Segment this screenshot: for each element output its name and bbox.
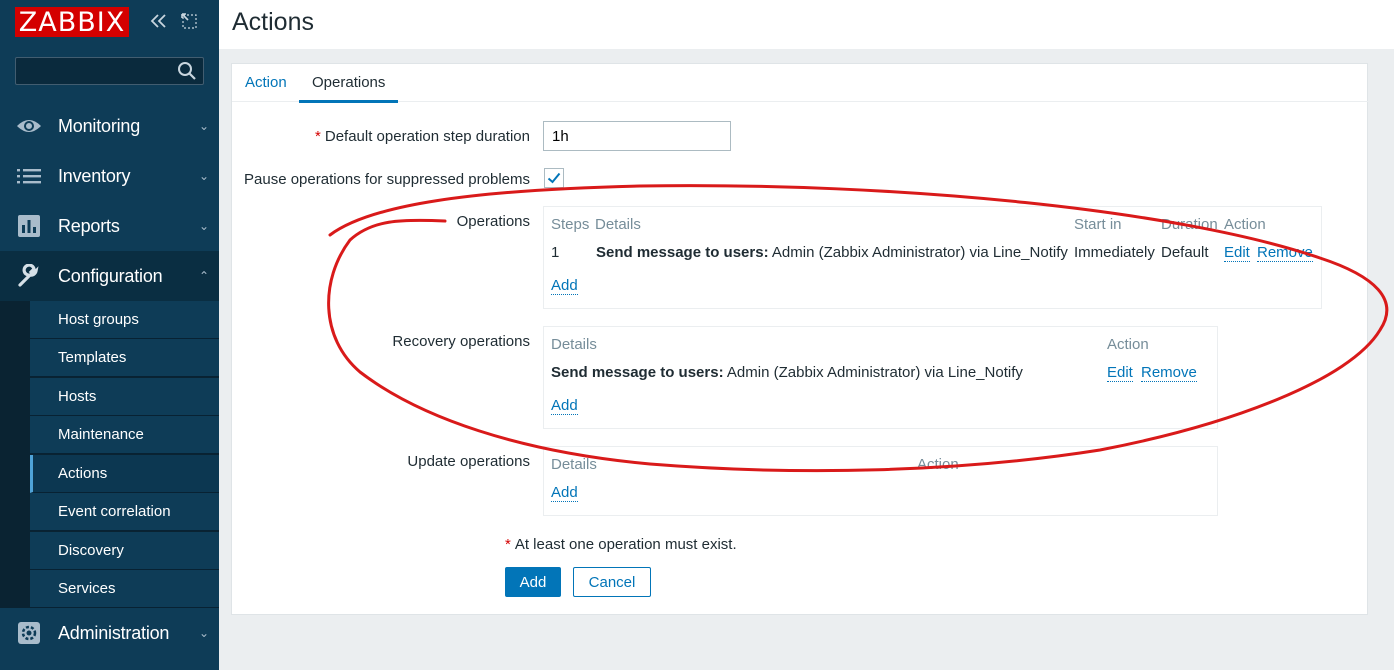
tab-bar: Action Operations <box>232 64 1369 103</box>
recovery-operations-label: Recovery operations <box>392 333 530 350</box>
pause-suppressed-checkbox[interactable] <box>544 168 564 188</box>
menu-monitoring[interactable]: Monitoring ⌄ <box>0 101 219 151</box>
kiosk-mode-icon[interactable] <box>180 12 198 35</box>
operation-step: 1 <box>551 244 560 261</box>
operation-edit-link[interactable]: Edit <box>1224 244 1250 262</box>
eye-icon <box>0 117 58 135</box>
required-note: * At least one operation must exist. <box>505 536 737 553</box>
menu-reports[interactable]: Reports ⌄ <box>0 201 219 251</box>
submenu-host-groups[interactable]: Host groups <box>30 301 219 339</box>
submenu-event-correlation[interactable]: Event correlation <box>30 493 219 531</box>
configuration-submenu: Host groups Templates Hosts Maintenance … <box>0 301 219 608</box>
operation-remove-link[interactable]: Remove <box>1257 244 1313 262</box>
operation-duration: Default <box>1161 244 1209 261</box>
chevron-down-icon: ⌄ <box>198 626 210 640</box>
update-operations-table: Details Action Add <box>543 446 1218 516</box>
chevron-down-icon: ⌄ <box>198 169 210 183</box>
chevron-down-icon: ⌄ <box>198 219 210 233</box>
chevron-up-icon: ⌃ <box>198 269 210 283</box>
menu-label: Reports <box>58 215 120 236</box>
column-header-duration: Duration <box>1161 216 1218 233</box>
column-header-action: Action <box>1224 216 1266 233</box>
submenu-hosts[interactable]: Hosts <box>30 378 219 416</box>
required-note-text: At least one operation must exist. <box>514 536 737 553</box>
checkmark-icon <box>547 172 561 184</box>
column-header-steps: Steps <box>551 216 590 233</box>
menu-inventory[interactable]: Inventory ⌄ <box>0 151 219 201</box>
column-header-details: Details <box>595 216 641 233</box>
chevron-down-icon: ⌄ <box>198 119 210 133</box>
step-duration-input[interactable] <box>543 121 731 151</box>
submenu-actions[interactable]: Actions <box>30 455 219 493</box>
bar-chart-icon <box>0 215 58 237</box>
submenu-services[interactable]: Services <box>30 570 219 608</box>
recovery-details-type: Send message to users: <box>551 364 724 381</box>
sidebar-search[interactable] <box>15 57 204 85</box>
operation-details-type: Send message to users: <box>596 244 769 261</box>
update-add-link[interactable]: Add <box>551 484 578 502</box>
action-form: Action Operations * Default operation ste… <box>231 63 1369 615</box>
column-header-start-in: Start in <box>1074 216 1122 233</box>
column-header-details: Details <box>551 456 597 473</box>
gear-icon <box>0 622 58 644</box>
step-duration-label: * Default operation step duration <box>315 128 530 145</box>
recovery-edit-link[interactable]: Edit <box>1107 364 1133 382</box>
zabbix-logo[interactable]: ZABBIX <box>15 7 129 38</box>
recovery-details-text: Admin (Zabbix Administrator) via Line_No… <box>723 364 1023 381</box>
recovery-details: Send message to users: Admin (Zabbix Adm… <box>551 364 1023 381</box>
recovery-operations-table: Details Action Send message to users: Ad… <box>543 326 1218 429</box>
step-duration-label-text: Default operation step duration <box>324 128 530 145</box>
menu-label: Administration <box>58 622 170 643</box>
operation-details: Send message to users: Admin (Zabbix Adm… <box>596 244 1068 261</box>
menu-label: Inventory <box>58 165 131 186</box>
update-operations-label: Update operations <box>407 453 530 470</box>
collapse-sidebar-icon[interactable] <box>149 12 169 35</box>
operation-details-text: Admin (Zabbix Administrator) via Line_No… <box>768 244 1068 261</box>
menu-administration[interactable]: Administration ⌄ <box>0 608 219 658</box>
search-input[interactable] <box>16 58 176 84</box>
operations-label: Operations <box>456 213 530 230</box>
menu-configuration[interactable]: Configuration ⌃ <box>0 251 219 301</box>
recovery-remove-link[interactable]: Remove <box>1141 364 1197 382</box>
page-title: Actions <box>232 8 314 36</box>
required-marker: * <box>315 128 321 145</box>
menu-label: Configuration <box>58 265 163 286</box>
cancel-button[interactable]: Cancel <box>573 567 651 597</box>
column-header-action: Action <box>917 456 959 473</box>
column-header-action: Action <box>1107 336 1149 353</box>
wrench-icon <box>0 264 58 288</box>
submenu-discovery[interactable]: Discovery <box>30 532 219 570</box>
column-header-details: Details <box>551 336 597 353</box>
tab-operations[interactable]: Operations <box>299 74 399 103</box>
required-marker: * <box>505 536 511 553</box>
page-header: Actions <box>219 0 1394 49</box>
list-icon <box>0 168 58 184</box>
tab-action[interactable]: Action <box>232 74 300 100</box>
sidebar: ZABBIX Monitoring ⌄ Inventory ⌄ Reports … <box>0 0 219 670</box>
operation-start-in: Immediately <box>1074 244 1155 261</box>
submenu-templates[interactable]: Templates <box>30 339 219 377</box>
submenu-maintenance[interactable]: Maintenance <box>30 416 219 454</box>
recovery-add-link[interactable]: Add <box>551 397 578 415</box>
operations-table: Steps Details Start in Duration Action 1… <box>543 206 1322 309</box>
operation-add-link[interactable]: Add <box>551 277 578 295</box>
pause-suppressed-label: Pause operations for suppressed problems <box>244 171 530 188</box>
search-icon[interactable] <box>177 61 197 86</box>
menu-label: Monitoring <box>58 115 141 136</box>
add-button[interactable]: Add <box>505 567 561 597</box>
